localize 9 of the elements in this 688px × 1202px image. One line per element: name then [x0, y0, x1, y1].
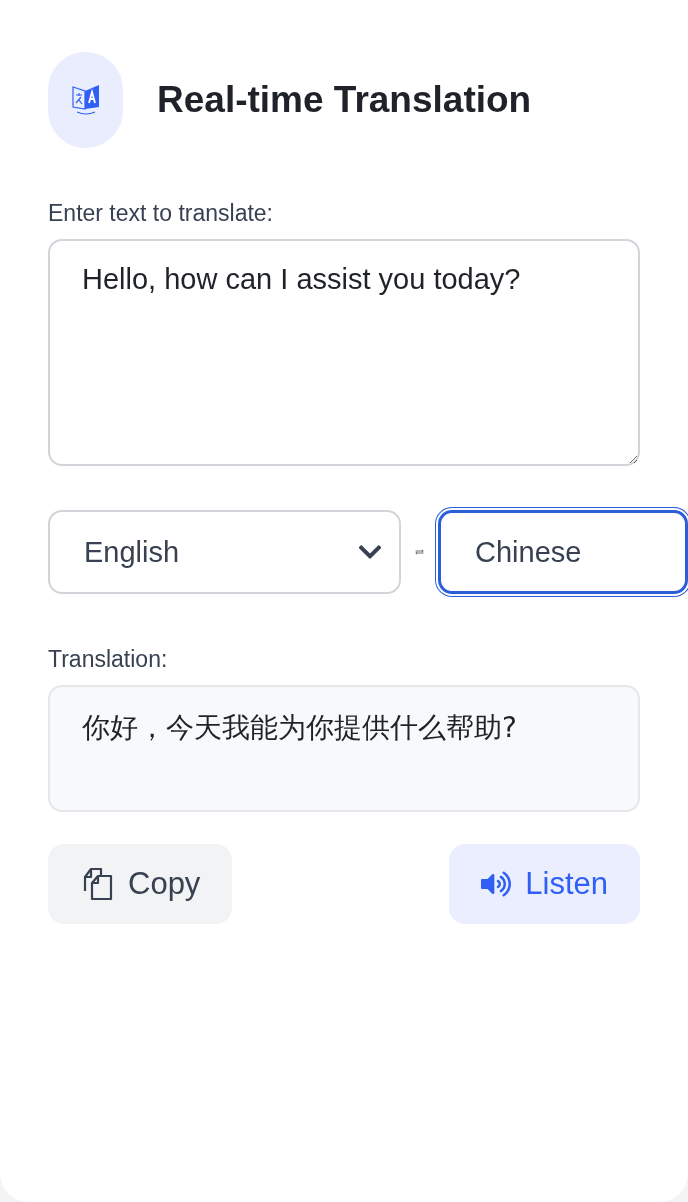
translation-output: 你好，今天我能为你提供什么帮助?	[48, 685, 640, 812]
listen-button[interactable]: Listen	[449, 844, 640, 924]
translation-label: Translation:	[48, 646, 169, 673]
target-language-select[interactable]: Chinese	[438, 510, 688, 594]
source-language-select[interactable]: English	[48, 510, 401, 594]
input-field[interactable]: Hello, how can I assist you today?	[48, 239, 640, 466]
app-title: Real-time Translation	[157, 79, 532, 121]
input-label: Enter text to translate:	[48, 200, 274, 227]
copy-button[interactable]: Copy	[48, 844, 233, 924]
